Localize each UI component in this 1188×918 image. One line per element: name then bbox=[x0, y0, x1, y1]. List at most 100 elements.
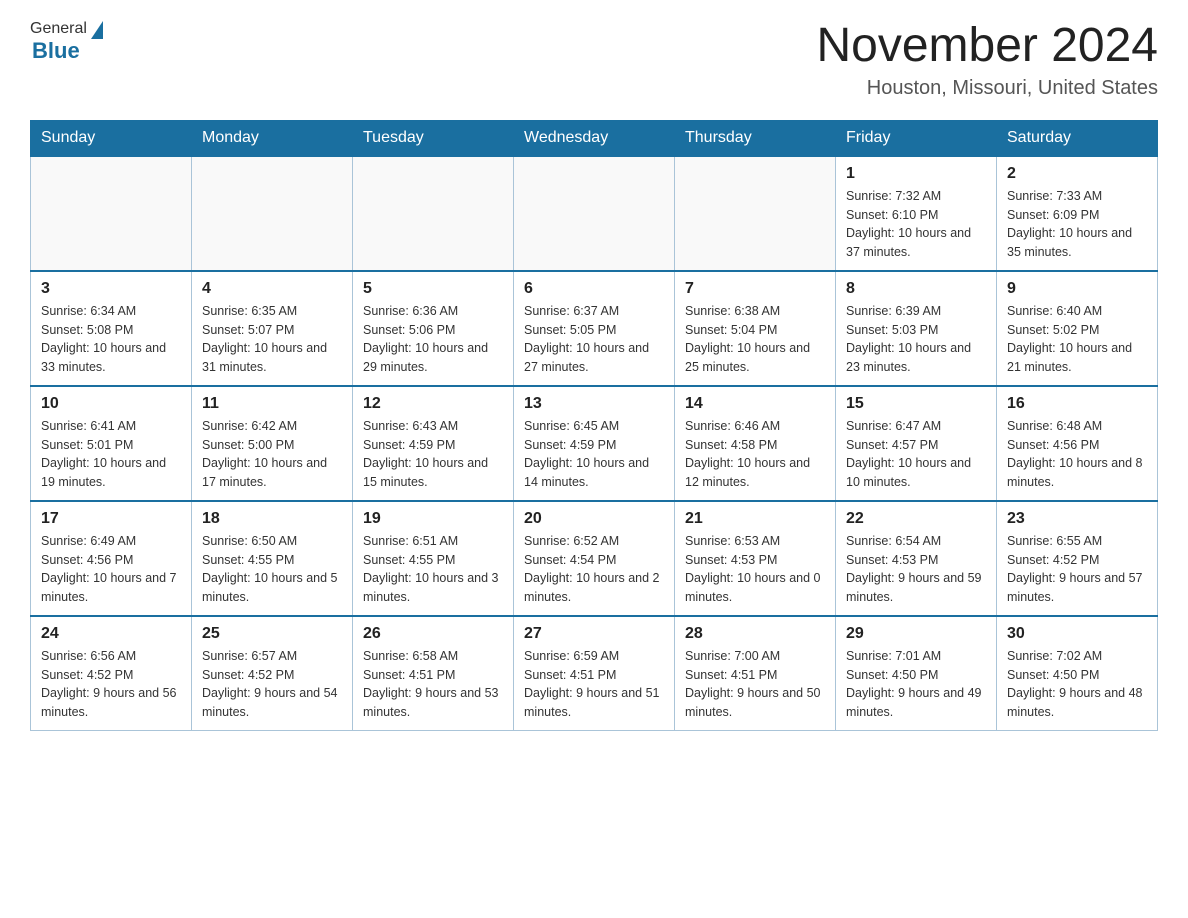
day-number: 23 bbox=[1007, 510, 1147, 528]
calendar-week-row: 1 Sunrise: 7:32 AMSunset: 6:10 PMDaylight… bbox=[31, 156, 1158, 271]
day-number: 5 bbox=[363, 280, 503, 298]
calendar-cell: 1 Sunrise: 7:32 AMSunset: 6:10 PMDaylight… bbox=[836, 156, 997, 271]
calendar-cell: 23 Sunrise: 6:55 AMSunset: 4:52 PMDayligh… bbox=[997, 501, 1158, 616]
day-number: 3 bbox=[41, 280, 181, 298]
weekday-header-wednesday: Wednesday bbox=[514, 120, 675, 156]
day-number: 10 bbox=[41, 395, 181, 413]
calendar-cell: 3 Sunrise: 6:34 AMSunset: 5:08 PMDaylight… bbox=[31, 271, 192, 386]
day-number: 28 bbox=[685, 625, 825, 643]
day-number: 24 bbox=[41, 625, 181, 643]
day-info: Sunrise: 6:55 AMSunset: 4:52 PMDaylight:… bbox=[1007, 532, 1147, 607]
day-info: Sunrise: 6:53 AMSunset: 4:53 PMDaylight:… bbox=[685, 532, 825, 607]
calendar-cell: 13 Sunrise: 6:45 AMSunset: 4:59 PMDayligh… bbox=[514, 386, 675, 501]
calendar-week-row: 24 Sunrise: 6:56 AMSunset: 4:52 PMDayligh… bbox=[31, 616, 1158, 731]
calendar-cell: 22 Sunrise: 6:54 AMSunset: 4:53 PMDayligh… bbox=[836, 501, 997, 616]
calendar-cell: 19Sunrise: 6:51 AMSunset: 4:55 PMDayligh… bbox=[353, 501, 514, 616]
weekday-header-thursday: Thursday bbox=[675, 120, 836, 156]
day-info: Sunrise: 7:02 AMSunset: 4:50 PMDaylight:… bbox=[1007, 647, 1147, 722]
page-header: General Blue November 2024 Houston, Miss… bbox=[30, 20, 1158, 100]
weekday-header-friday: Friday bbox=[836, 120, 997, 156]
day-number: 26 bbox=[363, 625, 503, 643]
day-number: 6 bbox=[524, 280, 664, 298]
weekday-header-row: SundayMondayTuesdayWednesdayThursdayFrid… bbox=[31, 120, 1158, 156]
day-number: 22 bbox=[846, 510, 986, 528]
day-info: Sunrise: 7:01 AMSunset: 4:50 PMDaylight:… bbox=[846, 647, 986, 722]
weekday-header-saturday: Saturday bbox=[997, 120, 1158, 156]
title-block: November 2024 Houston, Missouri, United … bbox=[816, 20, 1158, 100]
day-info: Sunrise: 6:41 AMSunset: 5:01 PMDaylight:… bbox=[41, 417, 181, 492]
day-info: Sunrise: 6:37 AMSunset: 5:05 PMDaylight:… bbox=[524, 302, 664, 377]
calendar-cell: 28 Sunrise: 7:00 AMSunset: 4:51 PMDayligh… bbox=[675, 616, 836, 731]
day-number: 29 bbox=[846, 625, 986, 643]
calendar-cell bbox=[514, 156, 675, 271]
day-number: 9 bbox=[1007, 280, 1147, 298]
logo-general-text: General bbox=[30, 20, 87, 38]
day-info: Sunrise: 6:56 AMSunset: 4:52 PMDaylight:… bbox=[41, 647, 181, 722]
calendar-cell: 18Sunrise: 6:50 AMSunset: 4:55 PMDayligh… bbox=[192, 501, 353, 616]
calendar-cell bbox=[31, 156, 192, 271]
day-number: 20 bbox=[524, 510, 664, 528]
day-info: Sunrise: 7:00 AMSunset: 4:51 PMDaylight:… bbox=[685, 647, 825, 722]
location-subtitle: Houston, Missouri, United States bbox=[816, 77, 1158, 100]
day-info: Sunrise: 6:48 AMSunset: 4:56 PMDaylight:… bbox=[1007, 417, 1147, 492]
day-info: Sunrise: 6:46 AMSunset: 4:58 PMDaylight:… bbox=[685, 417, 825, 492]
day-number: 27 bbox=[524, 625, 664, 643]
calendar-cell: 7 Sunrise: 6:38 AMSunset: 5:04 PMDaylight… bbox=[675, 271, 836, 386]
day-number: 12 bbox=[363, 395, 503, 413]
day-info: Sunrise: 6:38 AMSunset: 5:04 PMDaylight:… bbox=[685, 302, 825, 377]
calendar-cell: 2 Sunrise: 7:33 AMSunset: 6:09 PMDaylight… bbox=[997, 156, 1158, 271]
calendar-cell: 24 Sunrise: 6:56 AMSunset: 4:52 PMDayligh… bbox=[31, 616, 192, 731]
calendar-cell: 29 Sunrise: 7:01 AMSunset: 4:50 PMDayligh… bbox=[836, 616, 997, 731]
day-info: Sunrise: 6:36 AMSunset: 5:06 PMDaylight:… bbox=[363, 302, 503, 377]
day-number: 11 bbox=[202, 395, 342, 413]
calendar-cell: 27 Sunrise: 6:59 AMSunset: 4:51 PMDayligh… bbox=[514, 616, 675, 731]
weekday-header-monday: Monday bbox=[192, 120, 353, 156]
logo: General Blue bbox=[30, 20, 103, 64]
calendar-cell: 17Sunrise: 6:49 AMSunset: 4:56 PMDayligh… bbox=[31, 501, 192, 616]
calendar-cell bbox=[675, 156, 836, 271]
day-info: Sunrise: 6:47 AMSunset: 4:57 PMDaylight:… bbox=[846, 417, 986, 492]
calendar-cell: 12 Sunrise: 6:43 AMSunset: 4:59 PMDayligh… bbox=[353, 386, 514, 501]
day-number: 13 bbox=[524, 395, 664, 413]
day-number: 2 bbox=[1007, 165, 1147, 183]
logo-triangle-icon bbox=[91, 21, 103, 39]
day-info: Sunrise: 6:39 AMSunset: 5:03 PMDaylight:… bbox=[846, 302, 986, 377]
day-number: 21 bbox=[685, 510, 825, 528]
day-number: 15 bbox=[846, 395, 986, 413]
calendar-cell: 6 Sunrise: 6:37 AMSunset: 5:05 PMDaylight… bbox=[514, 271, 675, 386]
day-number: 14 bbox=[685, 395, 825, 413]
month-title: November 2024 bbox=[816, 20, 1158, 73]
day-number: 19 bbox=[363, 510, 503, 528]
calendar-cell: 30 Sunrise: 7:02 AMSunset: 4:50 PMDayligh… bbox=[997, 616, 1158, 731]
calendar-cell: 25Sunrise: 6:57 AMSunset: 4:52 PMDayligh… bbox=[192, 616, 353, 731]
calendar-cell: 16Sunrise: 6:48 AMSunset: 4:56 PMDayligh… bbox=[997, 386, 1158, 501]
day-info: Sunrise: 6:40 AMSunset: 5:02 PMDaylight:… bbox=[1007, 302, 1147, 377]
day-info: Sunrise: 6:35 AMSunset: 5:07 PMDaylight:… bbox=[202, 302, 342, 377]
calendar-week-row: 10 Sunrise: 6:41 AMSunset: 5:01 PMDayligh… bbox=[31, 386, 1158, 501]
day-number: 4 bbox=[202, 280, 342, 298]
calendar-cell: 26Sunrise: 6:58 AMSunset: 4:51 PMDayligh… bbox=[353, 616, 514, 731]
day-info: Sunrise: 6:50 AMSunset: 4:55 PMDaylight:… bbox=[202, 532, 342, 607]
calendar-cell: 5 Sunrise: 6:36 AMSunset: 5:06 PMDaylight… bbox=[353, 271, 514, 386]
day-info: Sunrise: 6:45 AMSunset: 4:59 PMDaylight:… bbox=[524, 417, 664, 492]
calendar-cell bbox=[353, 156, 514, 271]
logo-blue-text: Blue bbox=[32, 38, 80, 64]
day-info: Sunrise: 6:59 AMSunset: 4:51 PMDaylight:… bbox=[524, 647, 664, 722]
day-number: 7 bbox=[685, 280, 825, 298]
weekday-header-tuesday: Tuesday bbox=[353, 120, 514, 156]
calendar-week-row: 17Sunrise: 6:49 AMSunset: 4:56 PMDayligh… bbox=[31, 501, 1158, 616]
day-info: Sunrise: 7:32 AMSunset: 6:10 PMDaylight:… bbox=[846, 187, 986, 262]
day-info: Sunrise: 6:42 AMSunset: 5:00 PMDaylight:… bbox=[202, 417, 342, 492]
calendar-cell: 9 Sunrise: 6:40 AMSunset: 5:02 PMDaylight… bbox=[997, 271, 1158, 386]
day-info: Sunrise: 6:54 AMSunset: 4:53 PMDaylight:… bbox=[846, 532, 986, 607]
day-number: 25 bbox=[202, 625, 342, 643]
day-info: Sunrise: 7:33 AMSunset: 6:09 PMDaylight:… bbox=[1007, 187, 1147, 262]
calendar-table: SundayMondayTuesdayWednesdayThursdayFrid… bbox=[30, 120, 1158, 731]
calendar-cell bbox=[192, 156, 353, 271]
day-number: 1 bbox=[846, 165, 986, 183]
day-number: 30 bbox=[1007, 625, 1147, 643]
day-info: Sunrise: 6:49 AMSunset: 4:56 PMDaylight:… bbox=[41, 532, 181, 607]
day-info: Sunrise: 6:43 AMSunset: 4:59 PMDaylight:… bbox=[363, 417, 503, 492]
calendar-cell: 8Sunrise: 6:39 AMSunset: 5:03 PMDaylight… bbox=[836, 271, 997, 386]
day-info: Sunrise: 6:34 AMSunset: 5:08 PMDaylight:… bbox=[41, 302, 181, 377]
